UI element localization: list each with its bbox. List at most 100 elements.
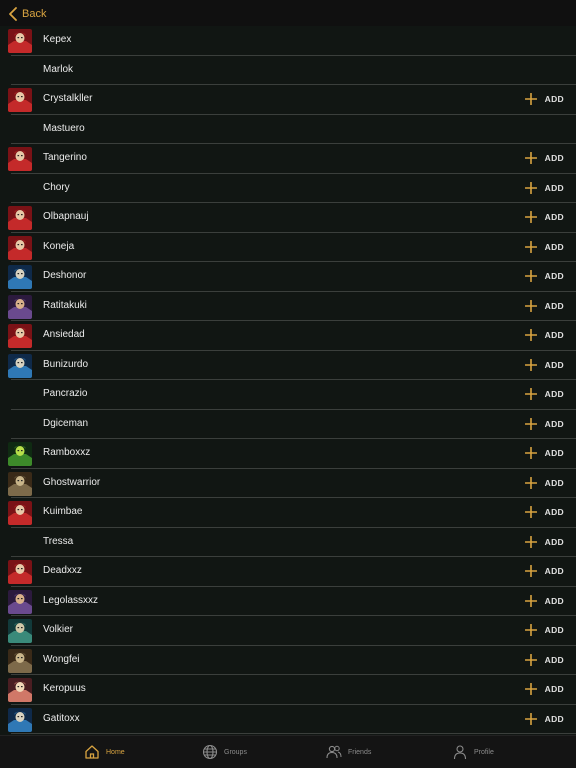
add-friend-button[interactable]: ADD xyxy=(524,239,564,255)
list-item[interactable]: Kepex xyxy=(8,26,576,56)
list-item[interactable]: Wongfei ADD xyxy=(8,646,576,675)
add-friend-button[interactable]: ADD xyxy=(524,386,564,402)
add-friend-button[interactable]: ADD xyxy=(524,327,564,343)
user-name: Wongfei xyxy=(43,653,80,665)
user-name: Olbapnauj xyxy=(43,211,89,222)
add-friend-button[interactable]: ADD xyxy=(524,445,564,461)
add-label: ADD xyxy=(544,448,564,458)
list-item[interactable]: Ratitakuki ADD xyxy=(8,292,576,321)
user-name: Gatitoxx xyxy=(43,712,80,724)
navigation-bar: Back xyxy=(0,0,576,26)
avatar xyxy=(8,442,32,466)
avatar xyxy=(8,501,32,525)
add-label: ADD xyxy=(544,477,564,488)
add-friend-button[interactable]: ADD xyxy=(524,357,564,373)
avatar xyxy=(8,589,32,614)
avatar xyxy=(8,471,32,496)
list-item[interactable]: Dgiceman ADD xyxy=(11,410,576,439)
add-friend-button[interactable]: ADD xyxy=(524,475,564,491)
add-label: ADD xyxy=(544,271,564,281)
add-friend-button[interactable]: ADD xyxy=(524,534,564,550)
avatar xyxy=(8,707,32,732)
list-item[interactable]: Kuimbae ADD xyxy=(8,498,576,528)
list-item[interactable]: Ansiedad ADD xyxy=(8,321,576,351)
plus-icon xyxy=(524,683,537,695)
plus-icon xyxy=(524,653,537,666)
add-friend-button[interactable]: ADD xyxy=(524,209,564,225)
add-label: ADD xyxy=(544,654,564,665)
tab-groups-label: Groups xyxy=(224,748,247,756)
list-item[interactable]: Tangerino ADD xyxy=(8,144,576,174)
user-name: Ratitakuki xyxy=(43,299,87,311)
people-icon xyxy=(326,745,342,759)
avatar xyxy=(8,353,32,378)
add-friend-button[interactable]: ADD xyxy=(524,711,564,727)
back-button[interactable]: Back xyxy=(8,5,46,23)
plus-icon xyxy=(524,152,537,164)
person-icon xyxy=(453,745,467,760)
add-friend-button[interactable]: ADD xyxy=(524,681,564,697)
add-label: ADD xyxy=(544,359,564,370)
avatar xyxy=(8,206,32,230)
user-name: Crystalkller xyxy=(43,93,93,104)
add-friend-button[interactable]: ADD xyxy=(524,622,564,638)
tab-home[interactable]: Home xyxy=(84,742,125,762)
tab-groups[interactable]: Groups xyxy=(202,742,247,762)
tab-profile[interactable]: Profile xyxy=(452,742,494,762)
tab-friends[interactable]: Friends xyxy=(326,742,371,762)
list-item[interactable]: Olbapnauj ADD xyxy=(8,203,576,233)
user-list: Kepex Marlok Crystalkller ADD Mastuero Tanger… xyxy=(0,26,576,734)
plus-icon xyxy=(524,299,537,312)
add-friend-button[interactable]: ADD xyxy=(524,150,564,166)
add-friend-button[interactable]: ADD xyxy=(524,563,564,579)
avatar xyxy=(8,235,32,260)
add-friend-button[interactable]: ADD xyxy=(524,593,564,609)
add-label: ADD xyxy=(544,684,564,694)
list-item[interactable]: Koneja ADD xyxy=(8,233,576,262)
plus-icon xyxy=(524,93,537,105)
add-friend-button[interactable]: ADD xyxy=(524,298,564,314)
list-item[interactable]: Deshonor ADD xyxy=(8,262,576,292)
list-item[interactable]: Bunizurdo ADD xyxy=(8,351,576,380)
list-item[interactable]: Pancrazio ADD xyxy=(11,380,576,410)
list-item[interactable]: Deadxxz ADD xyxy=(8,557,576,587)
list-item[interactable]: Crystalkller ADD xyxy=(8,85,576,115)
add-friend-button[interactable]: ADD xyxy=(524,91,564,107)
list-item[interactable]: Keropuus ADD xyxy=(8,675,576,705)
user-name: Pancrazio xyxy=(43,388,88,399)
add-friend-button[interactable]: ADD xyxy=(524,416,564,432)
list-item[interactable]: Legolassxxz ADD xyxy=(8,587,576,616)
add-label: ADD xyxy=(544,389,564,399)
list-item[interactable]: Ramboxxz ADD xyxy=(8,439,576,469)
plus-icon xyxy=(524,181,537,194)
plus-icon xyxy=(524,624,537,636)
plus-icon xyxy=(524,270,537,282)
add-label: ADD xyxy=(544,536,564,547)
user-name: Mastuero xyxy=(43,122,85,134)
user-name: Marlok xyxy=(43,63,74,75)
add-label: ADD xyxy=(544,625,564,635)
add-label: ADD xyxy=(544,507,564,517)
user-name: Tangerino xyxy=(43,152,87,163)
add-friend-button[interactable]: ADD xyxy=(524,504,564,520)
avatar xyxy=(8,560,32,584)
plus-icon xyxy=(524,358,537,371)
list-item[interactable]: Mastuero xyxy=(11,115,576,144)
user-name: Tressa xyxy=(43,535,74,547)
list-item[interactable]: Chory ADD xyxy=(11,174,576,203)
list-item[interactable]: Volkier ADD xyxy=(8,616,576,646)
list-item[interactable]: Tressa ADD xyxy=(11,528,576,557)
chevron-left-icon xyxy=(9,7,17,21)
avatar xyxy=(8,648,32,673)
add-friend-button[interactable]: ADD xyxy=(524,268,564,284)
add-friend-button[interactable]: ADD xyxy=(524,652,564,668)
avatar xyxy=(8,619,32,643)
plus-icon xyxy=(524,447,537,459)
avatar xyxy=(8,29,32,53)
list-item[interactable]: Ghostwarrior ADD xyxy=(8,469,576,498)
add-friend-button[interactable]: ADD xyxy=(524,180,564,196)
list-item[interactable]: Gatitoxx ADD xyxy=(8,705,576,734)
plus-icon xyxy=(524,417,537,430)
add-label: ADD xyxy=(544,418,564,429)
list-item[interactable]: Marlok xyxy=(11,56,576,85)
